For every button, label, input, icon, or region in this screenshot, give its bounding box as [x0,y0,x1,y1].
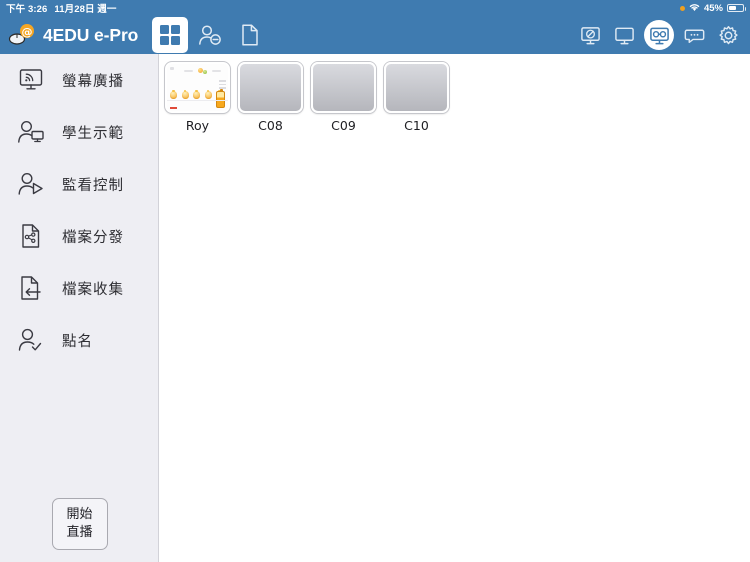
student-name-label: Roy [185,118,210,133]
button-monitor[interactable] [610,21,638,49]
student-thumbnail-cell[interactable]: C09 [311,62,376,133]
start-live-broadcast-button[interactable]: 開始 直播 [51,498,108,550]
mouse-at-logo-icon: @ [8,23,36,47]
tab-document[interactable] [232,17,268,53]
roll-call-icon [16,325,46,355]
sidebar-item-label: 檔案收集 [62,281,124,298]
student-screen-preview[interactable] [238,62,303,113]
sidebar-item-label: 檔案分發 [62,229,124,246]
student-name-label: C10 [404,118,429,133]
status-date: 11月28日 週一 [54,4,117,15]
header-action-buttons [576,20,750,50]
status-bar-right: 45% [679,2,746,14]
app-window: 下午 3:26 11月28日 週一 45% @ 4EDU e-Pro 螢幕廣播 … [0,0,750,562]
file-distribute-icon [16,221,46,251]
sidebar-item-file-collect[interactable]: 檔案收集 [0,262,158,314]
tab-grid-view[interactable] [152,17,188,53]
live-button-wrap: 開始 直播 [0,498,159,550]
student-name-label: C08 [258,118,283,133]
app-title: 4EDU e-Pro [43,24,139,45]
tab-student-remove[interactable] [192,17,228,53]
brand: @ 4EDU e-Pro [0,23,152,47]
screen-broadcast-icon [16,65,46,95]
live-button-line2: 直播 [66,525,93,540]
sidebar-item-label: 監看控制 [62,177,124,194]
wifi-icon [689,3,700,14]
student-thumbnail-cell[interactable]: C08 [238,62,303,133]
sidebar: 螢幕廣播 學生示範 監看控制 檔案分發 檔案收集 點名 開始 直播 [0,54,159,562]
live-screen-artwork [167,64,228,111]
student-screen-preview[interactable] [311,62,376,113]
sidebar-item-file-distribute[interactable]: 檔案分發 [0,210,158,262]
status-time: 下午 3:26 [6,4,48,15]
button-message[interactable] [680,21,708,49]
sidebar-item-screen-broadcast[interactable]: 螢幕廣播 [0,54,158,106]
student-thumbnail-cell[interactable]: Roy [165,62,230,133]
battery-percent-label: 45% [703,2,723,14]
student-demo-icon [16,117,46,147]
grid-view-icon [160,25,180,45]
app-header: @ 4EDU e-Pro [0,16,750,54]
svg-text:@: @ [22,26,33,39]
thumbnail-grid: Roy C08 C09 C10 [165,62,750,133]
sidebar-item-student-demo[interactable]: 學生示範 [0,106,158,158]
file-collect-icon [16,273,46,303]
person-minus-icon [199,25,221,45]
live-button-line1: 開始 [66,507,93,523]
student-screen-preview[interactable] [165,62,230,113]
document-icon [242,24,258,46]
recording-dot-icon [679,5,685,11]
gear-icon [718,25,738,44]
sidebar-item-label: 學生示範 [62,125,124,142]
screen-blocked-icon [580,26,600,44]
connected-monitor-icon [649,27,669,44]
ios-status-bar: 下午 3:26 11月28日 週一 45% [0,0,750,16]
student-name-label: C09 [331,118,356,133]
monitor-icon [614,27,634,44]
button-blank-screen[interactable] [576,21,604,49]
button-settings[interactable] [714,21,742,49]
battery-icon [727,4,746,12]
header-tabs [152,17,272,53]
sidebar-item-label: 點名 [62,333,93,350]
student-grid-panel: Roy C08 C09 C10 [160,54,750,562]
monitor-control-icon [16,169,46,199]
chat-bubble-icon [684,29,704,43]
sidebar-item-label: 螢幕廣播 [62,73,124,90]
status-bar-left: 下午 3:26 11月28日 週一 [6,1,117,15]
sidebar-item-roll-call[interactable]: 點名 [0,314,158,366]
student-thumbnail-cell[interactable]: C10 [384,62,449,133]
sidebar-item-monitor-control[interactable]: 監看控制 [0,158,158,210]
student-screen-preview[interactable] [384,62,449,113]
button-screen-share[interactable] [644,20,674,50]
